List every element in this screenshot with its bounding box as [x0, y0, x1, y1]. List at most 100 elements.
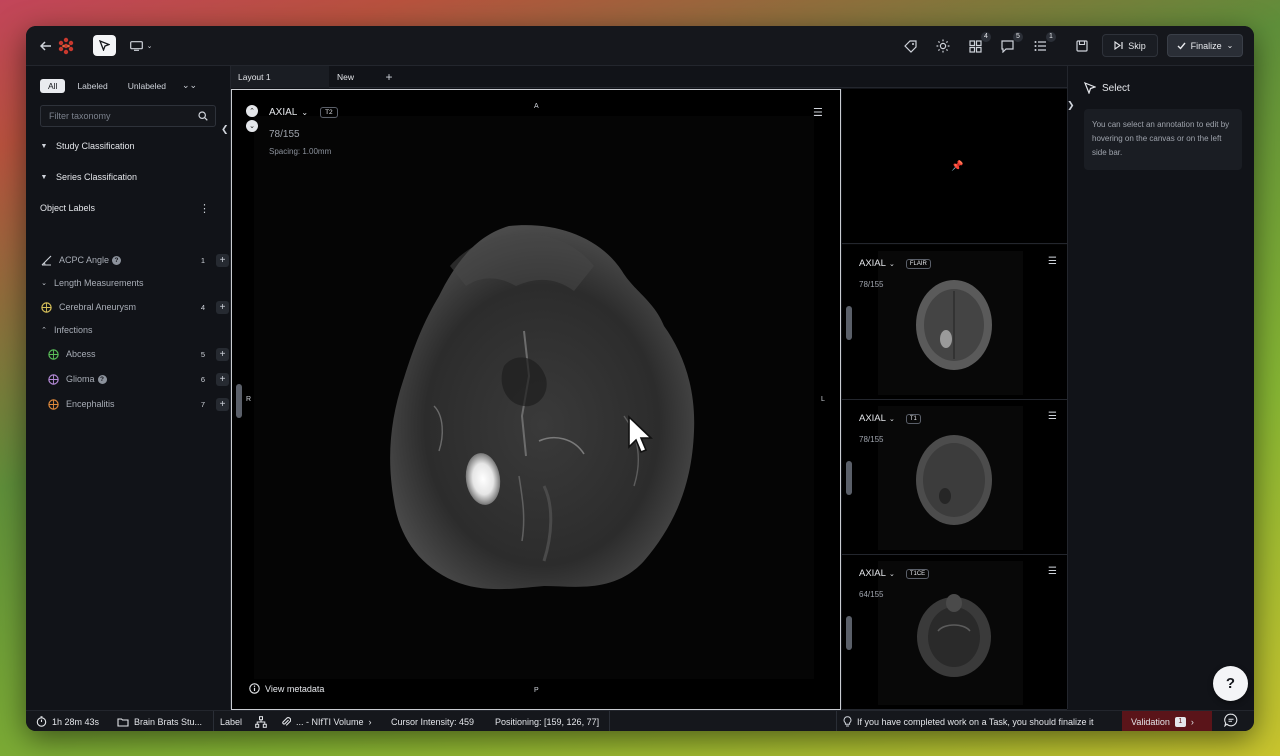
hierarchy-icon[interactable] — [255, 711, 267, 731]
taxonomy-search-input[interactable] — [49, 111, 189, 121]
thumbnail-sequence-select[interactable]: AXIAL ⌄ T1 — [859, 413, 921, 424]
mri-axial-slice[interactable] — [254, 116, 814, 679]
help-icon[interactable]: ? — [97, 374, 107, 384]
slice-scrollbar[interactable] — [236, 384, 242, 418]
chevron-down-icon: ⌄ — [888, 415, 895, 423]
thumbnail-menu-icon[interactable]: ☰ — [1048, 566, 1057, 577]
volume-breadcrumb[interactable]: ... - NIfTI Volume › — [281, 711, 372, 731]
group-infections[interactable]: ⌃ Infections — [40, 325, 92, 335]
layout-count-badge: 4 — [981, 32, 991, 42]
section-series-classification[interactable]: ▼ Series Classification — [40, 172, 138, 182]
tag-icon[interactable] — [899, 36, 921, 56]
main-viewport[interactable]: ⌃ ⌄ AXIAL ⌄ T2 78/155 Spacing: 1.00mm A … — [231, 89, 841, 710]
thumbnail-scrollbar[interactable] — [846, 616, 852, 650]
comments-button[interactable]: 5 — [996, 32, 1023, 56]
thumbnail-canvas[interactable] — [878, 561, 1023, 705]
thumbnail-sequence-select[interactable]: AXIAL ⌄ FLAIR — [859, 258, 931, 269]
group-length-measurements[interactable]: ⌄ Length Measurements — [40, 278, 144, 288]
label-item-count: 5 — [200, 349, 206, 359]
filter-tab-unlabeled[interactable]: Unlabeled — [120, 79, 174, 93]
sequence-plane: AXIAL — [269, 107, 298, 118]
thumbnail-menu-icon[interactable]: ☰ — [1048, 411, 1057, 422]
more-options-icon[interactable]: ⋮ — [199, 202, 210, 215]
pin-icon[interactable]: 📌 — [951, 161, 963, 172]
taxonomy-sidebar: All Labeled Unlabeled ⌄⌄ ▼ Study Classif… — [26, 66, 231, 709]
add-annotation-button[interactable]: + — [216, 347, 229, 361]
view-metadata-button[interactable]: View metadata — [249, 683, 324, 694]
search-icon[interactable] — [198, 111, 208, 121]
orientation-bottom: P — [534, 687, 539, 694]
status-bar: 1h 28m 43s Brain Brats Stu... Label ... … — [26, 710, 1254, 731]
view-mode-dropdown[interactable]: ⌄ — [128, 37, 154, 55]
label-item-encephalitis[interactable]: Encephalitis 7 + — [47, 396, 229, 412]
project-name[interactable]: Brain Brats Stu... — [117, 711, 202, 731]
thumbnail-flair[interactable]: AXIAL ⌄ FLAIR 78/155 ☰ — [842, 245, 1067, 400]
label-item-glioma[interactable]: Glioma ? 6 + — [47, 371, 229, 387]
expand-panel-chevron-icon[interactable]: ❯ — [1067, 100, 1079, 114]
layout-grid-button[interactable]: 4 — [964, 32, 991, 56]
sequence-select[interactable]: AXIAL ⌄ T2 — [269, 107, 338, 118]
label-item-abcess[interactable]: Abcess 5 + — [47, 346, 229, 362]
thumbnail-scrollbar[interactable] — [846, 461, 852, 495]
finalize-hint-text: If you have completed work on a Task, yo… — [857, 716, 1094, 727]
label-item-name: ACPC Angle — [59, 255, 110, 265]
filter-tab-labeled[interactable]: Labeled — [69, 79, 115, 93]
back-arrow-icon[interactable] — [36, 36, 56, 56]
chevron-right-icon: › — [368, 716, 372, 727]
object-labels-title: Object Labels — [40, 203, 96, 213]
tab-layout-1[interactable]: Layout 1 — [231, 66, 329, 88]
inspector-title: Select — [1102, 82, 1130, 94]
add-annotation-button[interactable]: + — [216, 253, 229, 267]
expand-panel-down-icon[interactable]: ⌄ — [246, 120, 258, 132]
app-logo-icon[interactable] — [56, 36, 76, 56]
polygon-label-icon — [47, 348, 59, 360]
label-item-count: 1 — [200, 255, 206, 265]
thumbnail-canvas[interactable] — [878, 251, 1023, 395]
tab-new[interactable]: New — [330, 66, 380, 88]
validation-button[interactable]: Validation 1 › — [1122, 711, 1212, 731]
thumbnail-t1ce[interactable]: AXIAL ⌄ T1CE 64/155 ☰ — [842, 555, 1067, 710]
add-annotation-button[interactable]: + — [216, 372, 229, 386]
check-icon — [1177, 42, 1186, 50]
add-annotation-button[interactable]: + — [216, 300, 229, 314]
viewport-menu-icon[interactable]: ☰ — [813, 106, 825, 119]
thumbnail-t1[interactable]: AXIAL ⌄ T1 78/155 ☰ — [842, 400, 1067, 555]
finalize-button[interactable]: Finalize ⌄ — [1167, 34, 1243, 57]
add-tab-icon[interactable]: + — [381, 69, 397, 85]
thumbnail-sequence-select[interactable]: AXIAL ⌄ T1CE — [859, 568, 930, 579]
brightness-icon[interactable] — [932, 36, 954, 56]
save-button[interactable] — [1072, 36, 1092, 56]
thumbnail-canvas[interactable] — [878, 406, 1023, 550]
positioning: Positioning: [159, 126, 77] — [495, 716, 600, 727]
layout-tabs: Layout 1 New + — [231, 66, 1067, 88]
label-item-name: Abcess — [66, 349, 96, 359]
tasks-button[interactable]: 1 — [1029, 32, 1056, 56]
thumbnail-plane: AXIAL — [859, 413, 886, 424]
cursor-intensity: Cursor Intensity: 459 — [391, 716, 475, 727]
add-annotation-button[interactable]: + — [216, 397, 229, 411]
select-tool-button[interactable] — [93, 35, 116, 56]
orientation-right: L — [821, 396, 825, 403]
timer: 1h 28m 43s — [36, 711, 99, 731]
skip-button[interactable]: Skip — [1102, 34, 1158, 57]
image-canvas[interactable] — [254, 116, 814, 679]
help-button[interactable]: ? — [1213, 666, 1248, 701]
pinned-viewport[interactable]: 📌 — [842, 89, 1067, 244]
label-item-acpc-angle[interactable]: ACPC Angle ? 1 + — [40, 252, 229, 268]
collapse-panel-up-icon[interactable]: ⌃ — [246, 105, 258, 117]
taxonomy-search-box — [40, 105, 216, 127]
double-chevron-down-icon[interactable]: ⌄⌄ — [182, 80, 197, 91]
thumbnail-scrollbar[interactable] — [846, 306, 852, 340]
collapse-sidebar-chevron-icon[interactable]: ❮ — [221, 124, 231, 138]
filter-tab-all[interactable]: All — [40, 78, 66, 93]
help-icon[interactable]: ? — [112, 255, 122, 265]
divider — [213, 711, 214, 731]
label-item-name: Encephalitis — [66, 399, 115, 409]
comments-count-badge: 5 — [1013, 32, 1023, 42]
chat-button[interactable] — [1224, 713, 1242, 731]
label-item-name: Glioma — [66, 374, 95, 384]
section-study-classification[interactable]: ▼ Study Classification — [40, 141, 135, 151]
label-item-cerebral-aneurysm[interactable]: Cerebral Aneurysm 4 + — [40, 299, 229, 315]
label-item-name: Cerebral Aneurysm — [59, 302, 137, 312]
thumbnail-menu-icon[interactable]: ☰ — [1048, 256, 1057, 267]
